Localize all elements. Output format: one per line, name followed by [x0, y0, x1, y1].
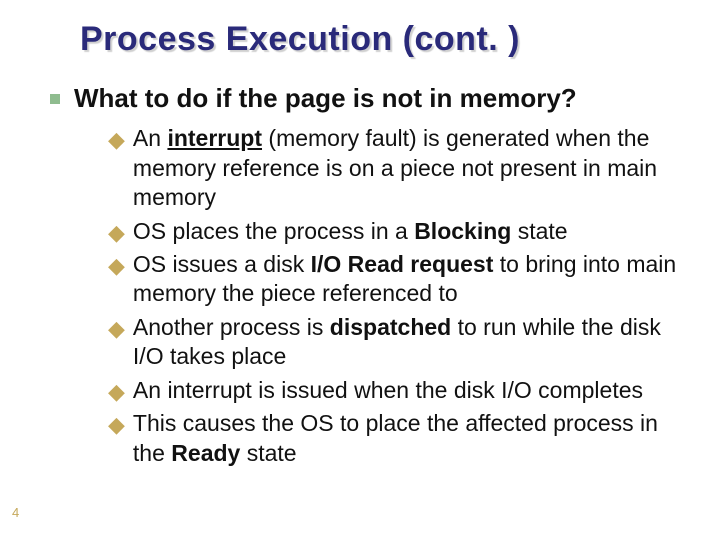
list-item: ◆ An interrupt is issued when the disk I…	[108, 376, 680, 405]
diamond-bullet-icon: ◆	[108, 222, 125, 244]
slide-title: Process Execution (cont. )	[80, 20, 680, 59]
list-item-text: Another process is dispatched to run whi…	[133, 313, 680, 372]
diamond-bullet-icon: ◆	[108, 414, 125, 436]
level1-text: What to do if the page is not in memory?	[74, 83, 577, 114]
diamond-bullet-icon: ◆	[108, 129, 125, 151]
level1-item: What to do if the page is not in memory?	[50, 83, 680, 114]
list-item: ◆ Another process is dispatched to run w…	[108, 313, 680, 372]
page-number: 4	[12, 505, 19, 520]
list-item-text: OS issues a disk I/O Read request to bri…	[133, 250, 680, 309]
list-item-text: An interrupt (memory fault) is generated…	[133, 124, 680, 212]
list-item-text: This causes the OS to place the affected…	[133, 409, 680, 468]
list-item: ◆ OS issues a disk I/O Read request to b…	[108, 250, 680, 309]
diamond-bullet-icon: ◆	[108, 381, 125, 403]
list-item: ◆ An interrupt (memory fault) is generat…	[108, 124, 680, 212]
slide: Process Execution (cont. ) What to do if…	[0, 0, 720, 540]
list-item: ◆ This causes the OS to place the affect…	[108, 409, 680, 468]
list-item: ◆ OS places the process in a Blocking st…	[108, 217, 680, 246]
sub-list: ◆ An interrupt (memory fault) is generat…	[108, 124, 680, 468]
square-bullet-icon	[50, 94, 60, 104]
list-item-text: OS places the process in a Blocking stat…	[133, 217, 568, 246]
list-item-text: An interrupt is issued when the disk I/O…	[133, 376, 643, 405]
diamond-bullet-icon: ◆	[108, 255, 125, 277]
diamond-bullet-icon: ◆	[108, 318, 125, 340]
